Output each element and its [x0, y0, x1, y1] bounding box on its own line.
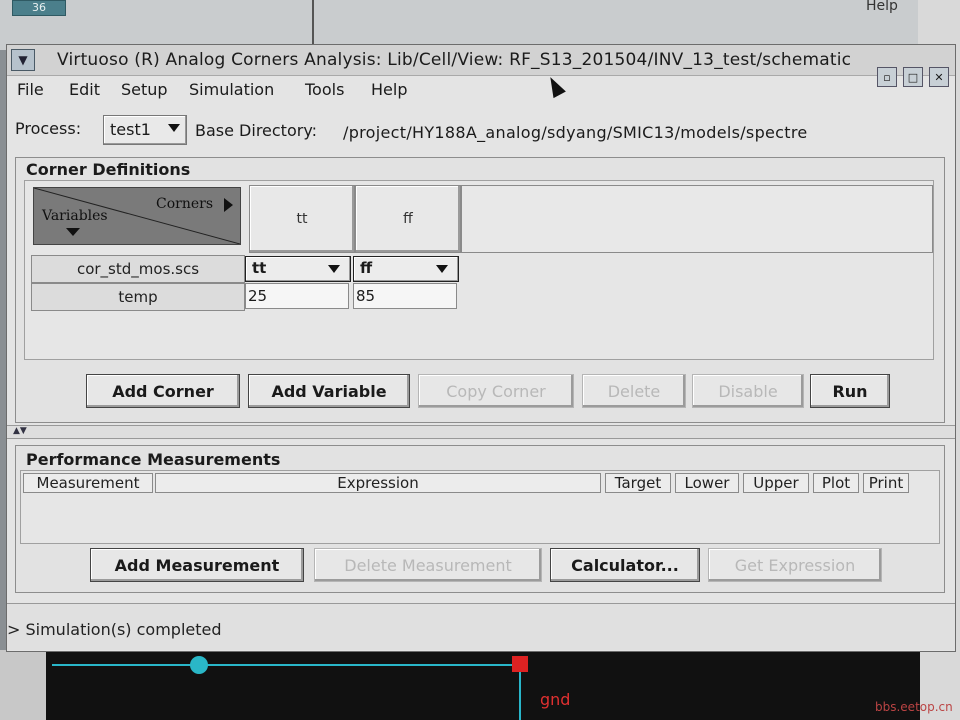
disable-button[interactable]: Disable: [692, 374, 804, 408]
process-row: Process: test1 Base Directory: /project/…: [7, 115, 955, 145]
variable-row-label[interactable]: temp: [31, 283, 245, 311]
pane-splitter[interactable]: ▲▼: [7, 425, 955, 439]
menu-simulation[interactable]: Simulation: [189, 80, 274, 99]
corner-cell-select[interactable]: tt: [245, 256, 351, 282]
arrow-right-icon: [224, 198, 233, 212]
performance-measurements-title: Performance Measurements: [26, 450, 281, 469]
status-message: > Simulation(s) completed: [7, 620, 222, 639]
background-left-panel: [0, 650, 46, 720]
window-menu-button[interactable]: ▼: [11, 49, 35, 71]
get-expression-button[interactable]: Get Expression: [708, 548, 882, 582]
base-directory-value: /project/HY188A_analog/sdyang/SMIC13/mod…: [343, 123, 808, 142]
corner-column-ff[interactable]: ff: [355, 185, 461, 253]
add-variable-button[interactable]: Add Variable: [248, 374, 410, 408]
corner-cell-select[interactable]: ff: [353, 256, 459, 282]
column-upper[interactable]: Upper: [743, 473, 809, 493]
process-value: test1: [110, 120, 151, 139]
column-expression[interactable]: Expression: [155, 473, 601, 493]
delete-measurement-button[interactable]: Delete Measurement: [314, 548, 542, 582]
calculator-button[interactable]: Calculator...: [550, 548, 700, 582]
schematic-pin-square[interactable]: [512, 656, 528, 672]
menu-setup[interactable]: Setup: [121, 80, 168, 99]
column-measurement[interactable]: Measurement: [23, 473, 153, 493]
menu-file[interactable]: File: [17, 80, 44, 99]
copy-corner-button[interactable]: Copy Corner: [418, 374, 574, 408]
process-label: Process:: [15, 119, 82, 138]
corner-definitions-panel: Corner Definitions Corners Variables tt …: [15, 157, 945, 423]
variable-row-label[interactable]: cor_std_mos.scs: [31, 255, 245, 283]
process-select[interactable]: test1: [103, 115, 187, 145]
corner-variable-header[interactable]: Corners Variables: [33, 187, 241, 245]
menu-edit[interactable]: Edit: [69, 80, 100, 99]
corner-cell-input[interactable]: 85: [353, 283, 457, 309]
dropdown-arrow-icon: [436, 265, 448, 273]
background-window: [0, 0, 960, 50]
corner-column-tt[interactable]: tt: [249, 185, 355, 253]
column-lower[interactable]: Lower: [675, 473, 739, 493]
splitter-arrows-icon[interactable]: ▲▼: [13, 426, 27, 436]
schematic-wire: [52, 664, 520, 666]
cell-select-value: ff: [360, 259, 373, 277]
dropdown-arrow-icon: [328, 265, 340, 273]
dropdown-arrow-icon: [168, 124, 180, 132]
corner-table: Corners Variables tt ff cor_std_mos.scs …: [24, 180, 934, 360]
corner-definitions-title: Corner Definitions: [26, 160, 191, 179]
chevron-down-icon: ▼: [18, 53, 28, 67]
arrow-down-icon: [66, 228, 80, 236]
add-corner-button[interactable]: Add Corner: [86, 374, 240, 408]
header-filler: [461, 185, 933, 253]
watermark: bbs.eetop.cn: [875, 700, 953, 714]
corners-analysis-window: ▼ Virtuoso (R) Analog Corners Analysis: …: [6, 44, 956, 652]
performance-measurements-panel: Performance Measurements Measurement Exp…: [15, 445, 945, 593]
schematic-pin-dot[interactable]: [190, 656, 208, 674]
add-measurement-button[interactable]: Add Measurement: [90, 548, 304, 582]
net-label-gnd: gnd: [540, 690, 571, 709]
schematic-canvas[interactable]: [46, 650, 920, 720]
column-target[interactable]: Target: [605, 473, 671, 493]
background-help-menu[interactable]: Help: [866, 0, 898, 14]
column-plot[interactable]: Plot: [813, 473, 859, 493]
title-bar[interactable]: ▼ Virtuoso (R) Analog Corners Analysis: …: [7, 45, 955, 87]
column-print[interactable]: Print: [863, 473, 909, 493]
schematic-wire-vertical: [519, 672, 521, 720]
delete-button[interactable]: Delete: [582, 374, 686, 408]
status-bar: > Simulation(s) completed: [7, 603, 955, 650]
cell-select-value: tt: [252, 259, 267, 277]
menu-tools[interactable]: Tools: [305, 80, 344, 99]
header-corners-label: Corners: [156, 196, 214, 212]
base-directory-label: Base Directory:: [195, 121, 318, 140]
measurement-table[interactable]: Measurement Expression Target Lower Uppe…: [20, 470, 940, 544]
background-tab[interactable]: 36: [12, 0, 66, 16]
background-divider: [312, 0, 314, 50]
corner-cell-input[interactable]: 25: [245, 283, 349, 309]
run-button[interactable]: Run: [810, 374, 890, 408]
window-title: Virtuoso (R) Analog Corners Analysis: Li…: [57, 50, 852, 70]
header-variables-label: Variables: [42, 208, 108, 224]
menu-bar: File Edit Setup Simulation Tools Help: [7, 77, 955, 103]
menu-help[interactable]: Help: [371, 80, 407, 99]
